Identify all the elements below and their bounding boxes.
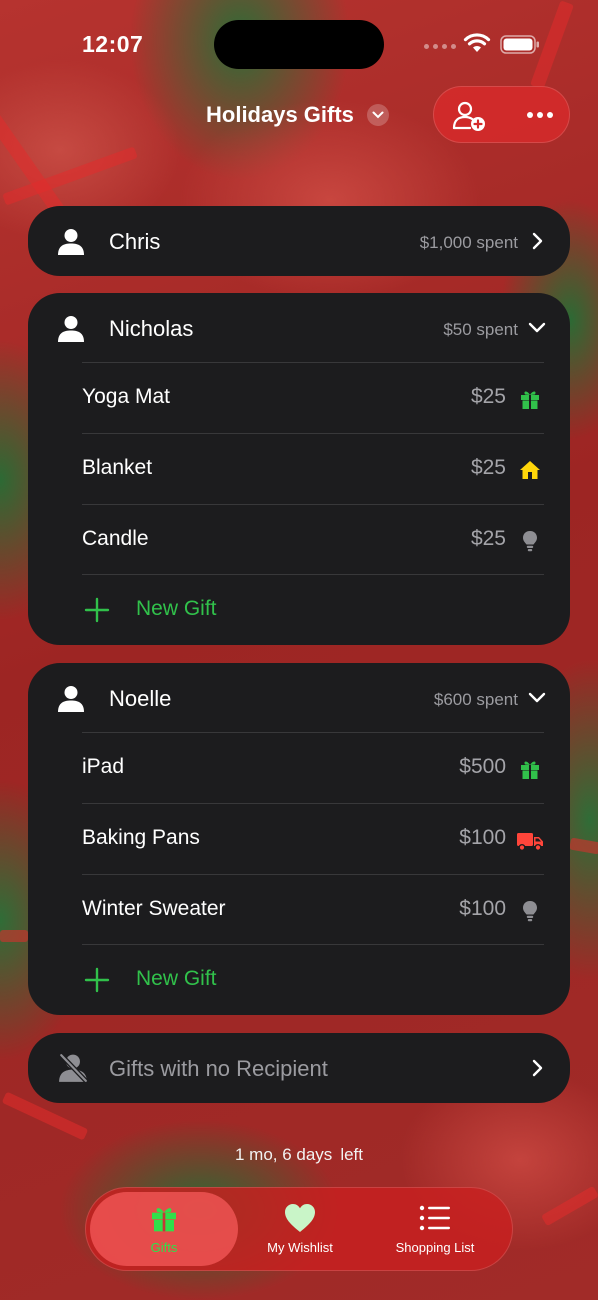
gift-price: $25 <box>470 527 506 550</box>
no-recipient-header[interactable]: Gifts with no Recipient <box>28 1033 570 1103</box>
new-gift-button[interactable]: New Gift <box>82 574 544 645</box>
header-actions <box>433 86 570 143</box>
battery-icon <box>500 35 539 54</box>
wifi-icon <box>463 33 491 52</box>
truck-icon <box>517 833 543 852</box>
chevron-down-icon <box>528 692 546 703</box>
recipient-header[interactable]: Chris $1,000 spent <box>28 206 570 276</box>
gift-name: Candle <box>82 527 149 550</box>
home-icon <box>520 461 540 479</box>
recipient-name: Chris <box>109 229 161 254</box>
gift-name: Baking Pans <box>82 826 200 849</box>
tab-label: Gifts <box>150 1240 178 1255</box>
gift-price: $500 <box>459 755 506 778</box>
gift-price: $100 <box>459 897 506 920</box>
gift-icon <box>521 761 539 779</box>
tab-gifts[interactable]: Gifts <box>124 1202 204 1262</box>
no-recipient-label: Gifts with no Recipient <box>109 1056 328 1081</box>
dynamic-island <box>214 20 384 69</box>
gift-row[interactable]: Blanket $25 <box>82 433 544 504</box>
spent-amount: $50 spent <box>443 320 518 339</box>
status-time: 12:07 <box>82 31 144 57</box>
recipient-header[interactable]: Noelle $600 spent <box>28 663 570 733</box>
new-gift-label: New Gift <box>136 597 217 620</box>
gift-name: iPad <box>82 755 125 778</box>
gift-name: Yoga Mat <box>82 385 170 408</box>
gift-row[interactable]: iPad $500 <box>82 732 544 803</box>
chevron-right-icon <box>532 1059 543 1077</box>
person-slash-icon <box>58 1053 88 1083</box>
background-ribbon <box>541 1185 598 1227</box>
plus-icon <box>84 597 110 623</box>
time-left-value: 1 mo, 6 days <box>234 1145 333 1164</box>
gift-price: $25 <box>470 456 506 479</box>
gift-icon <box>152 1208 176 1232</box>
chevron-down-icon <box>528 322 546 333</box>
tab-label: Shopping List <box>395 1240 475 1255</box>
time-left-label: 1 mo, 6 days left <box>0 1145 598 1165</box>
recipient-card-nicholas: Nicholas $50 spent Yoga Mat $25 Blanket … <box>28 293 570 645</box>
tab-label: My Wishlist <box>267 1240 333 1255</box>
status-bar: 12:07 <box>0 0 598 90</box>
recipient-name: Noelle <box>109 686 172 711</box>
lightbulb-icon <box>523 531 537 552</box>
chevron-down-icon[interactable] <box>367 104 389 126</box>
background-ribbon <box>569 837 598 855</box>
gift-name: Blanket <box>82 456 153 479</box>
recipient-card-noelle: Noelle $600 spent iPad $500 Baking Pans … <box>28 663 570 1015</box>
gift-icon <box>521 391 539 409</box>
spent-amount: $1,000 spent <box>419 233 518 252</box>
chevron-right-icon <box>532 232 543 250</box>
no-recipient-card[interactable]: Gifts with no Recipient <box>28 1033 570 1103</box>
gift-row[interactable]: Yoga Mat $25 <box>82 362 544 433</box>
background-ribbon <box>0 930 28 942</box>
gift-name: Winter Sweater <box>82 897 226 920</box>
recipient-header[interactable]: Nicholas $50 spent <box>28 293 570 363</box>
tab-shopping-list[interactable]: Shopping List <box>380 1202 490 1262</box>
add-person-icon[interactable] <box>451 100 487 132</box>
lightbulb-icon <box>523 901 537 922</box>
ellipsis-icon <box>527 112 533 118</box>
plus-icon <box>84 967 110 993</box>
heart-icon <box>285 1204 315 1232</box>
cellular-signal-icon <box>424 44 456 49</box>
spent-amount: $600 spent <box>433 690 518 709</box>
new-gift-label: New Gift <box>136 967 217 990</box>
tab-my-wishlist[interactable]: My Wishlist <box>250 1202 350 1262</box>
gift-price: $100 <box>459 826 506 849</box>
page-title[interactable]: Holidays Gifts <box>206 102 354 128</box>
person-icon <box>58 316 84 342</box>
more-options-button[interactable] <box>522 101 558 129</box>
tab-bar: Gifts My Wishlist Shopping List <box>85 1187 513 1271</box>
recipient-name: Nicholas <box>109 316 194 341</box>
new-gift-button[interactable]: New Gift <box>82 944 544 1015</box>
time-left-suffix: left <box>340 1145 363 1164</box>
person-icon <box>58 686 84 712</box>
recipient-card-chris[interactable]: Chris $1,000 spent <box>28 206 570 276</box>
gift-row[interactable]: Candle $25 <box>82 504 544 575</box>
person-icon <box>58 229 84 255</box>
gift-price: $25 <box>470 385 506 408</box>
list-icon <box>419 1205 450 1231</box>
gift-row[interactable]: Winter Sweater $100 <box>82 874 544 945</box>
gift-row[interactable]: Baking Pans $100 <box>82 803 544 874</box>
